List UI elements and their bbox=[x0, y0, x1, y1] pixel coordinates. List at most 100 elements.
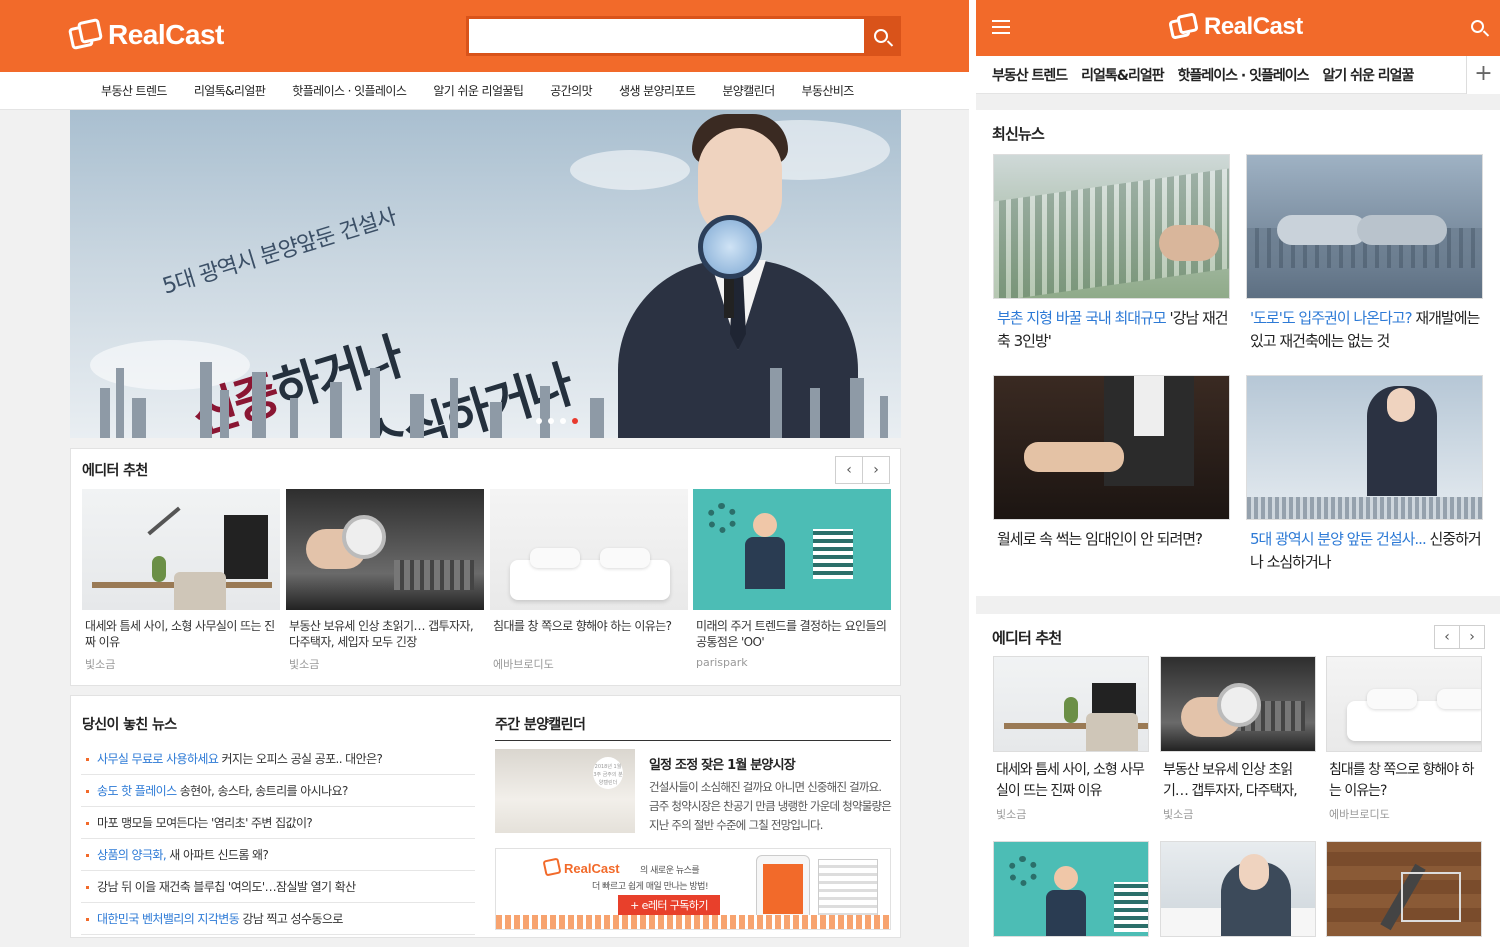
card-title: 대세와 틈세 사이, 소형 사무실이 뜨는 진짜 이유 bbox=[996, 762, 1145, 799]
card-title: 부동산 보유세 인상 초읽기… 갭투자자, 다주택자, 세입자 모두 긴장 bbox=[289, 619, 474, 649]
editor-card[interactable]: 미래의 주거 트렌드를 결정하는 요인들의 공통점은 'OO' parispar… bbox=[693, 489, 891, 669]
card-thumbnail bbox=[993, 656, 1149, 752]
card-author: 빛소금 bbox=[996, 808, 1027, 821]
list-item[interactable]: 마포 맹모들 모여든다는 '염리초' 주변 집값이? bbox=[81, 807, 475, 839]
weekly-calendar-title: 주간 분양캘린더 bbox=[495, 717, 586, 733]
editor-card[interactable]: 대세와 틈세 사이, 소형 사무실이 뜨는 진짜 이유 빛소금 bbox=[82, 489, 280, 672]
editor-card[interactable]: 침대를 창 쪽으로 향해야 하는 이유는? 에바브로디도 bbox=[490, 489, 688, 672]
card-thumbnail bbox=[490, 489, 688, 610]
more-nav-button[interactable]: + bbox=[1466, 56, 1500, 94]
desktop-view: RealCast 부동산 트렌드 리얼톡&리얼판 핫플레이스 · 잇플레이스 알… bbox=[0, 0, 969, 947]
nav-item-realtalk[interactable]: 리얼톡&리얼판 bbox=[194, 82, 266, 99]
newsletter-banner[interactable]: RealCast 의 새로운 뉴스를 더 빠르고 쉽게 매일 만나는 방법! +… bbox=[495, 848, 891, 930]
nav-item-space[interactable]: 공간의맛 bbox=[550, 82, 592, 99]
logo-text: RealCast bbox=[1204, 13, 1303, 40]
card-thumbnail bbox=[1160, 656, 1316, 752]
hero-dot[interactable] bbox=[536, 418, 542, 424]
card-title: 침대를 창 쪽으로 향해야 하는 이유는? bbox=[493, 619, 672, 633]
card-thumbnail bbox=[1326, 841, 1482, 937]
card-title: 5대 광역시 분양 앞둔 건설사... 신중하거나 소심하거나 bbox=[1250, 530, 1482, 571]
nav-item-trend[interactable]: 부동산 트렌드 bbox=[101, 82, 167, 99]
nav-item-calendar[interactable]: 분양캘린더 bbox=[722, 82, 775, 99]
search-input[interactable] bbox=[466, 16, 901, 56]
card-title: 월세로 속 썩는 임대인이 안 되려면? bbox=[997, 530, 1203, 548]
missed-news-title: 당신이 놓친 뉴스 bbox=[82, 717, 177, 733]
banner-line1: 의 새로운 뉴스를 bbox=[640, 866, 700, 876]
editor-card[interactable]: 침대를 창 쪽으로 향해야 하는 이유는? 에바브로디도 bbox=[1326, 656, 1482, 822]
card-thumbnail bbox=[993, 375, 1230, 520]
nav-item-tips[interactable]: 알기 쉬운 리얼꿀팁 bbox=[433, 82, 524, 99]
editor-card[interactable] bbox=[1160, 841, 1316, 937]
bottom-section: 당신이 놓친 뉴스 사무실 무료로 사용하세요 커지는 오피스 공실 공포.. … bbox=[70, 695, 901, 938]
realcast-logo[interactable]: RealCast bbox=[1168, 12, 1303, 42]
card-author: 빛소금 bbox=[1163, 808, 1194, 821]
card-title: 부동산 보유세 인상 초읽기… 갭투자자, 다주택자, bbox=[1163, 762, 1298, 799]
banner-line2: 더 빠르고 쉽게 매일 만나는 방법! bbox=[592, 882, 709, 892]
list-item[interactable]: 사무실 무료로 사용하세요 커지는 오피스 공실 공포.. 대안은? bbox=[81, 743, 475, 775]
prev-arrow-icon[interactable]: ‹ bbox=[835, 456, 863, 484]
editor-card[interactable] bbox=[1326, 841, 1482, 937]
card-thumbnail bbox=[1246, 375, 1483, 520]
header: RealCast bbox=[0, 0, 969, 72]
editor-picks-title: 에디터 추천 bbox=[82, 463, 148, 479]
editor-card[interactable]: 부동산 보유세 인상 초읽기… 갭투자자, 다주택자, 세입자 모두 긴장 빛소… bbox=[286, 489, 484, 672]
latest-news-title: 최신뉴스 bbox=[992, 125, 1045, 143]
hero-pagination bbox=[536, 418, 578, 424]
editor-picks-section: 에디터 추천 ‹ › 대세와 틈세 사이, 소형 사무실이 뜨는 진짜 이유 빛… bbox=[70, 448, 901, 686]
nav-item-biz[interactable]: 부동산비즈 bbox=[802, 82, 855, 99]
card-thumbnail bbox=[693, 489, 891, 610]
hero-dot[interactable] bbox=[560, 418, 566, 424]
nav-item-hotplace[interactable]: 핫플레이스 · 잇플레이스 bbox=[292, 82, 407, 99]
card-thumbnail bbox=[993, 841, 1149, 937]
search-button[interactable] bbox=[864, 19, 898, 53]
card-title: 미래의 주거 트렌드를 결정하는 요인들의 공통점은 'OO' bbox=[696, 619, 887, 649]
editor-card[interactable]: 대세와 틈세 사이, 소형 사무실이 뜨는 진짜 이유 빛소금 bbox=[993, 656, 1149, 822]
calendar-article-title[interactable]: 일정 조정 잦은 1월 분양시장 bbox=[649, 754, 796, 773]
card-thumbnail bbox=[1160, 841, 1316, 937]
logo-text: RealCast bbox=[108, 19, 224, 50]
news-card[interactable]: '도로'도 입주권이 나온다고? 재개발에는 있고 재건축에는 없는 것 bbox=[1246, 154, 1483, 353]
card-author: 에바브로디도 bbox=[493, 658, 554, 671]
nav-item-trend[interactable]: 부동산 트렌드 bbox=[992, 65, 1068, 85]
nav-item-report[interactable]: 생생 분양리포트 bbox=[619, 82, 696, 99]
nav-item-hotplace[interactable]: 핫플레이스 · 잇플레이스 bbox=[1178, 65, 1310, 85]
realcast-logo[interactable]: RealCast bbox=[67, 17, 224, 52]
next-arrow-icon[interactable]: › bbox=[862, 456, 890, 484]
search-button[interactable] bbox=[1471, 20, 1484, 33]
calendar-article-desc: 건설사들이 소심해진 걸까요 아니면 신중해진 걸까요. 금주 청약시장은 찬공… bbox=[649, 780, 892, 832]
news-card[interactable]: 월세로 속 썩는 임대인이 안 되려면? bbox=[993, 375, 1230, 551]
hero-banner[interactable]: 5대 광역시 분양앞둔 건설사 신중하거나 소심하거나 bbox=[70, 110, 901, 438]
next-arrow-icon[interactable]: › bbox=[1459, 625, 1485, 649]
list-item[interactable]: 강남 뒤 이을 재건축 블루칩 '여의도'…잠실발 열기 확산 bbox=[81, 871, 475, 903]
list-item[interactable]: 대한민국 벤처밸리의 지각변동 강남 찍고 성수동으로 bbox=[81, 903, 475, 935]
hero-skyline bbox=[70, 358, 901, 438]
hero-dot-active[interactable] bbox=[572, 418, 578, 424]
mobile-editor-section: 에디터 추천 ‹ › 대세와 틈세 사이, 소형 사무실이 뜨는 진짜 이유 빛… bbox=[976, 614, 1500, 947]
list-item[interactable]: 송도 핫 플레이스 송현아, 송스타, 송트리를 아시나요? bbox=[81, 775, 475, 807]
card-author: 에바브로디도 bbox=[1329, 808, 1390, 821]
nav-item-realtalk[interactable]: 리얼톡&리얼판 bbox=[1081, 65, 1164, 85]
latest-news-section: 최신뉴스 부촌 지형 바꿀 국내 최대규모 '강남 재건축 3인방' '도로'도… bbox=[976, 110, 1500, 596]
card-thumbnail bbox=[1246, 154, 1483, 299]
subscribe-button[interactable]: + e레터 구독하기 bbox=[618, 895, 720, 917]
editor-picks-title: 에디터 추천 bbox=[992, 629, 1062, 647]
editor-card[interactable] bbox=[993, 841, 1149, 937]
hero-dot[interactable] bbox=[548, 418, 554, 424]
news-card[interactable]: 5대 광역시 분양 앞둔 건설사... 신중하거나 소심하거나 bbox=[1246, 375, 1483, 574]
menu-icon[interactable] bbox=[992, 20, 1010, 34]
card-thumbnail bbox=[1326, 656, 1482, 752]
carousel-arrows: ‹ › bbox=[1434, 625, 1485, 649]
list-item[interactable]: 상품의 양극화, 새 아파트 신드롬 왜? bbox=[81, 839, 475, 871]
card-author: 빛소금 bbox=[85, 658, 116, 671]
prev-arrow-icon[interactable]: ‹ bbox=[1434, 625, 1460, 649]
card-author: 빛소금 bbox=[289, 658, 320, 671]
hero-subtitle: 5대 광역시 분양앞둔 건설사 bbox=[159, 204, 400, 300]
nav-item-tips[interactable]: 알기 쉬운 리얼꿀 bbox=[1323, 65, 1415, 85]
mobile-header: RealCast bbox=[976, 0, 1500, 56]
editor-card[interactable]: 부동산 보유세 인상 초읽기… 갭투자자, 다주택자, 빛소금 bbox=[1160, 656, 1316, 822]
calendar-thumbnail[interactable]: 2018년 1월 3주 금주의 분양캘린더 bbox=[495, 749, 635, 833]
logo-mark-icon bbox=[67, 17, 104, 52]
news-card[interactable]: 부촌 지형 바꿀 국내 최대규모 '강남 재건축 3인방' bbox=[993, 154, 1230, 353]
search-icon bbox=[874, 29, 888, 43]
card-title: 대세와 틈세 사이, 소형 사무실이 뜨는 진짜 이유 bbox=[85, 619, 275, 649]
